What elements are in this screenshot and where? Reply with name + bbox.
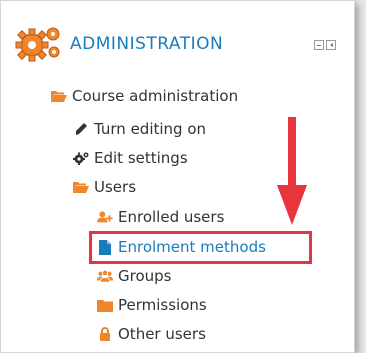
tree-item-label: Permissions — [118, 296, 207, 314]
tree-item-users[interactable]: Users — [73, 178, 136, 196]
lock-icon — [97, 326, 113, 342]
tree-item-label: Groups — [118, 267, 172, 285]
block-controls — [314, 40, 336, 50]
tree-item-label: Users — [94, 178, 137, 196]
tree-item-label: Edit settings — [94, 149, 188, 167]
pencil-icon — [73, 121, 89, 137]
tree-item-other-users[interactable]: Other users — [97, 325, 206, 343]
tree-item-groups[interactable]: Groups — [97, 267, 171, 285]
tree-item-label: Other users — [118, 325, 206, 343]
tree-item-turn-editing[interactable]: Turn editing on — [73, 120, 206, 138]
block-title[interactable]: ADMINISTRATION — [70, 34, 223, 54]
administration-block: ADMINISTRATION Course administration Tur… — [0, 0, 355, 353]
collapse-icon[interactable] — [314, 40, 324, 50]
folder-icon — [97, 297, 113, 313]
folder-open-icon — [51, 88, 67, 104]
tree-item-enrolled-users[interactable]: Enrolled users — [97, 208, 224, 226]
users-icon — [97, 268, 113, 284]
gears-icon — [15, 23, 65, 63]
tree-item-permissions[interactable]: Permissions — [97, 296, 207, 314]
dock-icon[interactable] — [326, 40, 336, 50]
tree-item-edit-settings[interactable]: Edit settings — [73, 149, 188, 167]
highlight-box — [89, 231, 312, 264]
block-header: ADMINISTRATION — [1, 23, 354, 67]
user-add-icon — [97, 209, 113, 225]
tree-item-label: Turn editing on — [94, 120, 207, 138]
folder-open-icon — [73, 179, 89, 195]
gear-icon — [73, 150, 89, 166]
tree-item-label: Course administration — [72, 87, 239, 105]
tree-item-course-administration[interactable]: Course administration — [51, 87, 238, 105]
tree-item-label: Enrolled users — [118, 208, 225, 226]
callout-arrow — [277, 117, 307, 225]
